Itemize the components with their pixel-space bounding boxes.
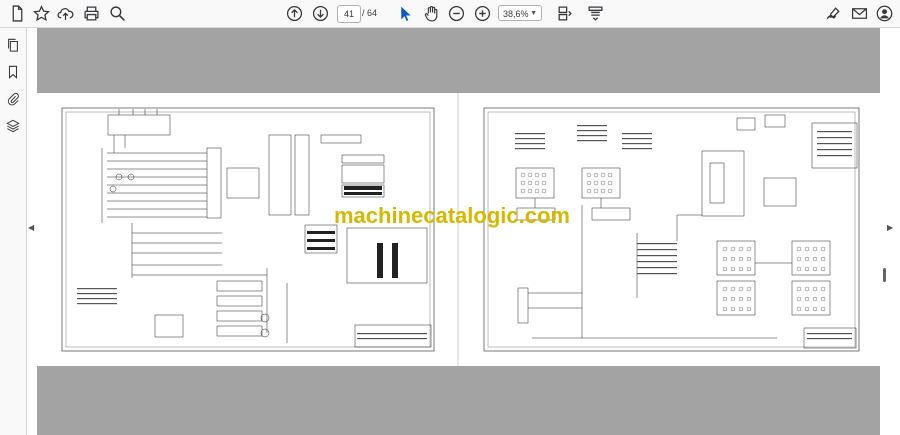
copy-pages-icon[interactable] [4, 36, 22, 54]
page-display-icon[interactable] [584, 3, 606, 23]
bookmark-icon[interactable] [4, 63, 22, 81]
email-icon[interactable] [848, 3, 870, 23]
page-up-icon[interactable] [283, 3, 305, 23]
pdf-page-spread [37, 93, 880, 366]
new-file-icon[interactable] [6, 3, 28, 23]
print-icon[interactable] [80, 3, 102, 23]
viewer-background-bottom [37, 366, 880, 435]
page-down-icon[interactable] [309, 3, 331, 23]
pdf-toolbar: 41 / 64 38,6% ▼ [0, 0, 900, 28]
select-cursor-icon[interactable] [394, 3, 416, 23]
watermark-text: machinecatalogic.com [334, 203, 570, 228]
attachment-icon[interactable] [4, 90, 22, 108]
pdf-sidebar [0, 28, 27, 435]
expand-panel-arrow-icon[interactable]: ▶ [887, 223, 893, 232]
scrollbar-thumb[interactable] [883, 268, 886, 282]
zoom-level-value: 38,6% [503, 9, 529, 19]
bookmark-star-icon[interactable] [30, 3, 52, 23]
chevron-down-icon: ▼ [530, 10, 537, 17]
collapse-sidebar-arrow-icon[interactable]: ◀ [28, 223, 34, 232]
viewer-background-top [37, 28, 880, 93]
page-total-label: / 64 [362, 8, 378, 18]
account-icon[interactable] [873, 3, 895, 23]
zoom-in-icon[interactable] [471, 3, 493, 23]
fit-page-icon[interactable] [553, 3, 575, 23]
zoom-out-icon[interactable] [445, 3, 467, 23]
upload-cloud-icon[interactable] [54, 3, 76, 23]
document-viewer[interactable] [27, 28, 900, 435]
layers-icon[interactable] [4, 117, 22, 135]
zoom-level-select[interactable]: 38,6% ▼ [498, 5, 542, 21]
wiring-schematic-drawing [61, 93, 860, 366]
hand-tool-icon[interactable] [420, 3, 442, 23]
sign-draw-icon[interactable] [822, 3, 844, 23]
search-icon[interactable] [106, 3, 128, 23]
page-number-input[interactable]: 41 [337, 5, 361, 23]
